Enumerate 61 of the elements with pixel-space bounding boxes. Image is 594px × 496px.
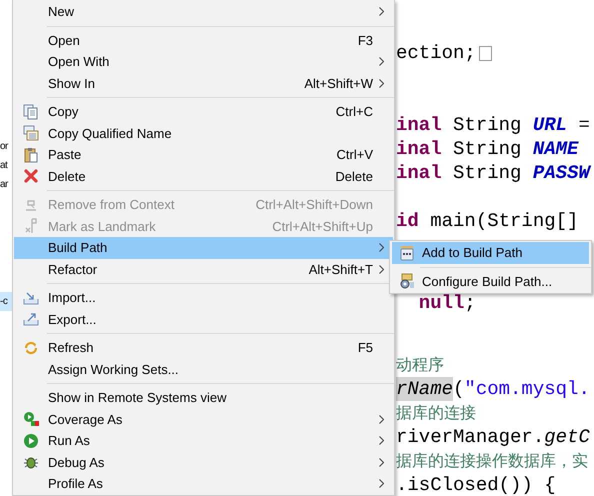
refresh-icon [23,340,39,356]
menu-item[interactable]: Show In Alt+Shift+W [14,72,393,94]
folded-code-marker[interactable] [478,46,492,60]
code-text: inal [396,137,442,161]
tree-item[interactable]: or [0,137,12,156]
code-text: PASSW [532,161,590,185]
menu-item[interactable]: Debug As [14,452,393,473]
menu-item[interactable]: Assign Working Sets... [14,358,393,380]
code-comment: 据库的连接操作数据库，实 [396,450,588,472]
menu-item[interactable]: Open F3 [14,30,393,51]
code-text: inal [396,113,442,137]
code-text: URL [532,113,568,137]
code-text: null [418,291,464,315]
tree-item[interactable]: -c [0,292,12,311]
menu-item[interactable]: Delete Delete [14,166,393,187]
menu-item[interactable]: Open With [14,51,393,72]
code-text: String [452,161,522,185]
menu-item[interactable]: New [14,1,393,22]
code-text: getC [544,425,590,449]
menu-item[interactable]: Profile As [14,473,393,494]
code-text: "com.mysql. [464,377,590,401]
menu-item[interactable]: Add to Build Path [392,242,589,264]
menu-item[interactable]: Copy Ctrl+C [14,101,393,122]
menu-item[interactable]: Refactor Alt+Shift+T [14,258,393,280]
code-text: ection; [396,41,476,65]
menu-item[interactable]: Import... [14,287,393,308]
menu-item[interactable]: Copy Qualified Name [14,122,393,144]
configure-icon [399,273,415,290]
code-text: String [452,113,522,137]
code-comment: 据库的连接 [396,402,476,424]
run-icon [23,432,39,449]
menu-item[interactable]: Show in Remote Systems view [14,387,393,408]
export-icon [23,311,39,328]
menu-item[interactable]: Coverage As [14,408,393,430]
code-text: rName [396,377,454,401]
code-text: id [396,209,419,233]
menu-item[interactable]: Paste Ctrl+V [14,144,393,166]
tree-item[interactable]: at [0,156,12,175]
menu-item[interactable]: Configure Build Path... [392,270,589,292]
delete-icon [23,168,39,184]
menu-item[interactable]: Build Path [14,237,393,258]
menu-item[interactable]: Export... [14,308,393,330]
code-text: = [577,113,590,137]
menu-item[interactable]: Refresh F5 [14,337,393,358]
code-text: ( [453,377,464,401]
code-text: String [452,137,522,161]
tree-item[interactable]: ar [0,175,12,194]
clipboard-icon [23,146,39,163]
code-comment: 动程序 [396,354,444,376]
code-text: NAME [532,137,578,161]
import-icon [23,290,39,306]
code-text: riverManager. [396,425,544,449]
landmark-icon [23,218,39,234]
copy-icon [23,104,39,120]
code-text: .isClosed()) { [396,473,556,496]
menu-item[interactable]: Run As [14,430,393,452]
code-text: main(String[] [429,209,578,233]
coverage-icon [23,411,39,428]
code-text: inal [396,161,442,185]
code-text: ; [464,291,476,315]
copy-icon [23,125,39,142]
